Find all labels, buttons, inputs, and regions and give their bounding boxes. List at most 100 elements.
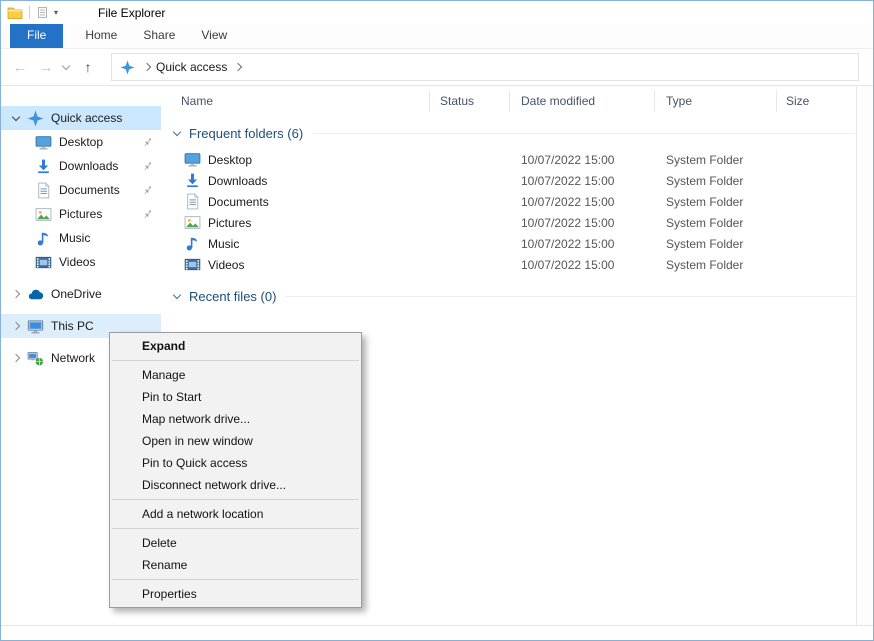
menu-item-pin-to-start[interactable]: Pin to Start bbox=[110, 386, 361, 408]
menu-item-map-network-drive[interactable]: Map network drive... bbox=[110, 408, 361, 430]
tab-home[interactable]: Home bbox=[72, 24, 130, 48]
file-explorer-window: ▾ File Explorer File HomeShareView ← → ↑ … bbox=[0, 0, 874, 641]
file-type: System Folder bbox=[655, 237, 777, 251]
menu-item-open-in-new-window[interactable]: Open in new window bbox=[110, 430, 361, 452]
sidebar-item-music[interactable]: Music bbox=[1, 226, 161, 250]
chevron-down-icon[interactable] bbox=[9, 111, 23, 125]
file-name-cell: Pictures bbox=[161, 214, 430, 231]
qat-customize-caret-icon[interactable]: ▾ bbox=[54, 8, 58, 17]
chevron-right-icon[interactable] bbox=[9, 319, 23, 333]
breadcrumb-quick-access[interactable]: Quick access bbox=[154, 60, 229, 74]
column-header-type[interactable]: Type bbox=[655, 90, 777, 112]
tab-file[interactable]: File bbox=[10, 24, 63, 48]
context-menu: Expand ManagePin to StartMap network driv… bbox=[109, 332, 362, 608]
column-header-size[interactable]: Size bbox=[777, 90, 857, 112]
up-button[interactable]: ↑ bbox=[73, 59, 103, 75]
music-icon bbox=[35, 230, 52, 247]
pin-icon bbox=[141, 184, 154, 197]
sidebar-item-label: Music bbox=[59, 231, 90, 245]
sidebar-item-label: OneDrive bbox=[51, 287, 102, 301]
file-explorer-app-icon bbox=[7, 5, 23, 21]
column-header-status[interactable]: Status bbox=[430, 90, 510, 112]
sidebar-item-documents[interactable]: Documents bbox=[1, 178, 161, 202]
file-name: Videos bbox=[208, 258, 244, 272]
group-label: Recent files (0) bbox=[189, 289, 276, 304]
sidebar-item-downloads[interactable]: Downloads bbox=[1, 154, 161, 178]
videos-icon bbox=[184, 256, 201, 273]
chevron-spacer bbox=[17, 159, 31, 173]
file-type: System Folder bbox=[655, 258, 777, 272]
tab-view[interactable]: View bbox=[188, 24, 240, 48]
menu-item-manage[interactable]: Manage bbox=[110, 364, 361, 386]
quick-access-icon bbox=[120, 60, 135, 75]
chevron-spacer bbox=[17, 183, 31, 197]
menu-item-disconnect-network-drive[interactable]: Disconnect network drive... bbox=[110, 474, 361, 496]
file-date-modified: 10/07/2022 15:00 bbox=[510, 174, 655, 188]
file-row-documents[interactable]: Documents10/07/2022 15:00System Folder bbox=[161, 191, 857, 212]
videos-icon bbox=[35, 254, 52, 271]
menu-item-properties[interactable]: Properties bbox=[110, 583, 361, 605]
sidebar-item-videos[interactable]: Videos bbox=[1, 250, 161, 274]
tab-share[interactable]: Share bbox=[130, 24, 188, 48]
sidebar-item-quick-access[interactable]: Quick access bbox=[1, 106, 161, 130]
forward-button[interactable]: → bbox=[33, 59, 59, 76]
file-row-music[interactable]: Music10/07/2022 15:00System Folder bbox=[161, 233, 857, 254]
file-row-videos[interactable]: Videos 10/07/2022 15:00System Folder bbox=[161, 254, 857, 275]
quick-access-icon bbox=[27, 110, 44, 127]
file-type: System Folder bbox=[655, 195, 777, 209]
menu-item-pin-to-quick-access[interactable]: Pin to Quick access bbox=[110, 452, 361, 474]
recent-locations-caret-icon[interactable] bbox=[59, 60, 73, 74]
menu-separator bbox=[112, 528, 359, 529]
file-row-pictures[interactable]: Pictures10/07/2022 15:00System Folder bbox=[161, 212, 857, 233]
file-date-modified: 10/07/2022 15:00 bbox=[510, 153, 655, 167]
menu-separator bbox=[112, 360, 359, 361]
menu-item-expand[interactable]: Expand bbox=[110, 335, 361, 357]
music-icon bbox=[184, 235, 201, 252]
sidebar-item-desktop[interactable]: Desktop bbox=[1, 130, 161, 154]
pictures-icon bbox=[184, 214, 201, 231]
this-pc-icon bbox=[27, 318, 44, 335]
chevron-spacer bbox=[17, 135, 31, 149]
ribbon-tabs: File HomeShareView bbox=[1, 24, 873, 49]
sidebar-item-onedrive[interactable]: OneDrive bbox=[1, 282, 161, 306]
group-header-frequent-folders-6[interactable]: Frequent folders (6) bbox=[161, 121, 857, 145]
downloads-icon bbox=[35, 158, 52, 175]
file-type: System Folder bbox=[655, 153, 777, 167]
sidebar-item-pictures[interactable]: Pictures bbox=[1, 202, 161, 226]
group-label: Frequent folders (6) bbox=[189, 126, 303, 141]
onedrive-icon bbox=[27, 286, 44, 303]
vertical-scrollbar[interactable] bbox=[856, 86, 873, 625]
file-name-cell: Desktop bbox=[161, 151, 430, 168]
pin-icon bbox=[141, 160, 154, 173]
menu-item-add-a-network-location[interactable]: Add a network location bbox=[110, 503, 361, 525]
file-name-cell: Downloads bbox=[161, 172, 430, 189]
group-rule bbox=[286, 296, 855, 297]
file-date-modified: 10/07/2022 15:00 bbox=[510, 237, 655, 251]
menu-item-delete[interactable]: Delete bbox=[110, 532, 361, 554]
group-header-recent-files-0[interactable]: Recent files (0) bbox=[161, 284, 857, 308]
network-icon bbox=[27, 350, 44, 367]
file-date-modified: 10/07/2022 15:00 bbox=[510, 258, 655, 272]
file-row-desktop[interactable]: Desktop 10/07/2022 15:00System Folder bbox=[161, 149, 857, 170]
qat-properties-icon[interactable] bbox=[36, 6, 49, 19]
column-header-name[interactable]: Name bbox=[161, 90, 430, 112]
titlebar[interactable]: ▾ File Explorer bbox=[1, 1, 873, 24]
chevron-right-icon[interactable] bbox=[9, 287, 23, 301]
column-header-date-modified[interactable]: Date modified bbox=[510, 90, 655, 112]
file-name-cell: Documents bbox=[161, 193, 430, 210]
chevron-right-icon[interactable] bbox=[138, 60, 154, 74]
column-headers: Name Status Date modified Type Size bbox=[161, 90, 857, 112]
file-name: Desktop bbox=[208, 153, 252, 167]
chevron-right-icon[interactable] bbox=[229, 60, 245, 74]
pictures-icon bbox=[35, 206, 52, 223]
address-bar[interactable]: Quick access bbox=[111, 53, 859, 81]
chevron-right-icon[interactable] bbox=[9, 351, 23, 365]
navigation-bar: ← → ↑ Quick access bbox=[1, 49, 873, 86]
file-row-downloads[interactable]: Downloads10/07/2022 15:00System Folder bbox=[161, 170, 857, 191]
chevron-down-icon[interactable] bbox=[170, 126, 184, 140]
status-bar bbox=[1, 625, 873, 640]
menu-item-rename[interactable]: Rename bbox=[110, 554, 361, 576]
sidebar-item-label: Videos bbox=[59, 255, 95, 269]
back-button[interactable]: ← bbox=[7, 59, 33, 76]
chevron-down-icon[interactable] bbox=[170, 289, 184, 303]
